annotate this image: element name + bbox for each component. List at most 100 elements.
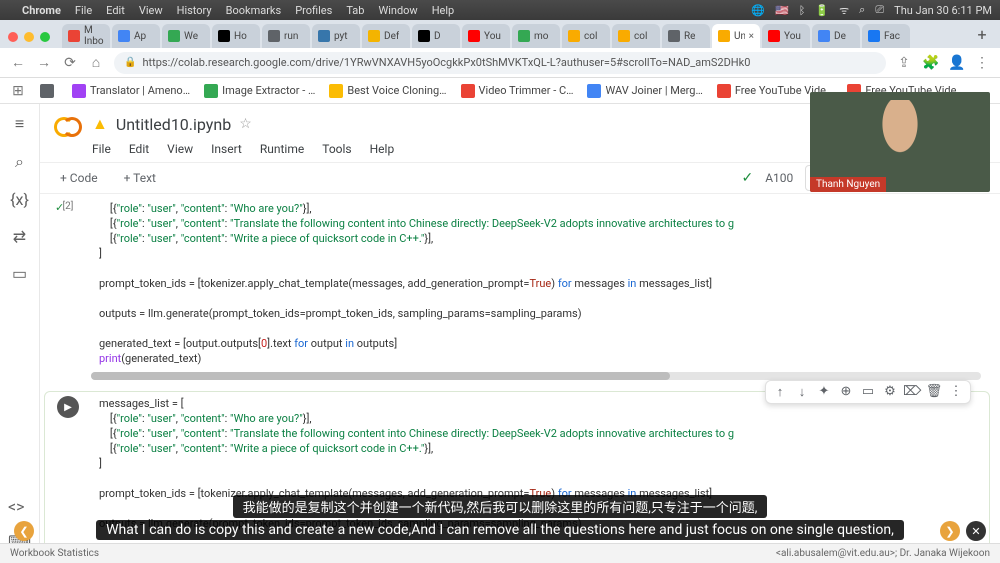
apps-icon[interactable]: ⊞ [10,83,26,99]
code-snippets-icon[interactable]: <> [8,497,31,516]
star-icon[interactable]: ☆ [239,116,252,132]
browser-tab-9[interactable]: mo [512,24,560,48]
delete-cell-icon[interactable]: 🗑 [925,384,943,400]
video-prev-button[interactable]: ❮ [14,521,34,541]
bookmark-3[interactable]: Best Voice Cloning… [329,84,446,98]
app-name[interactable]: Chrome [22,4,61,17]
presenter-name: Thanh Nguyen [810,177,886,192]
browser-tab-6[interactable]: Def [362,24,410,48]
colab-sidebar: ≡ ⌕ {x} ⇄ ▭ <> ⌨ [0,104,40,563]
presenter-webcam: Thanh Nguyen [810,92,990,192]
menu-view[interactable]: View [139,4,163,17]
status-left[interactable]: Workbook Statistics [10,548,99,559]
browser-tab-1[interactable]: Ap [112,24,160,48]
wifi-icon[interactable]: ᯤ [839,3,849,18]
move-down-icon[interactable]: ↓ [793,384,811,400]
colab-menu-runtime[interactable]: Runtime [260,142,304,156]
forward-button[interactable]: → [36,54,52,71]
code-cell-1[interactable]: ✓ [2] [{"role": "user", "content": "Who … [44,196,990,385]
toc-icon[interactable]: ≡ [15,114,24,134]
colab-menu-view[interactable]: View [167,142,193,156]
drive-icon: ▲ [92,114,108,134]
move-up-icon[interactable]: ↑ [771,384,789,400]
control-center-icon[interactable]: ⎚ [875,3,884,17]
status-right: <ali.abusalem@vit.edu.au>; Dr. Janaka Wi… [776,548,990,559]
secrets-icon[interactable]: ⇄ [13,227,26,246]
bookmark-2[interactable]: Image Extractor - … [204,84,315,98]
browser-tab-11[interactable]: col [612,24,660,48]
flag-icon[interactable]: 🇺🇸 [775,4,789,17]
menu-tab[interactable]: Tab [346,4,364,17]
variables-icon[interactable]: {x} [10,190,29,209]
minimize-window[interactable] [24,32,34,42]
browser-tab-12[interactable]: Re [662,24,710,48]
input-icon[interactable]: 🌐 [751,4,765,17]
close-tab-icon[interactable]: × [749,31,754,42]
battery-icon[interactable]: 🔋 [815,4,829,17]
browser-tab-7[interactable]: D [412,24,460,48]
bookmark-1[interactable]: Translator | Ameno… [72,84,190,98]
video-close-button[interactable]: ✕ [966,521,986,541]
colab-menu-help[interactable]: Help [370,142,395,156]
colab-menu-edit[interactable]: Edit [129,142,149,156]
bookmark-4[interactable]: Video Trimmer - C… [461,84,574,98]
browser-tab-4[interactable]: run [262,24,310,48]
home-button[interactable]: ⌂ [88,54,104,71]
link-cell-icon[interactable]: ⊕ [837,384,855,400]
hscroll-1[interactable] [91,372,981,380]
menu-window[interactable]: Window [378,4,417,17]
comment-icon[interactable]: ▭ [859,384,877,400]
menu-help[interactable]: Help [432,4,455,17]
run-cell-button[interactable]: ▶ [57,396,79,418]
zoom-window[interactable] [40,32,50,42]
mirror-icon[interactable]: ⌦ [903,384,921,400]
profile-icon[interactable]: 👤 [948,55,964,71]
share-icon[interactable]: ⇪ [896,55,912,71]
browser-tab-0[interactable]: M Inbo [62,24,110,48]
browser-tab-3[interactable]: Ho [212,24,260,48]
browser-tab-10[interactable]: col [562,24,610,48]
browser-tab-2[interactable]: We [162,24,210,48]
video-next-button[interactable]: ❯ [940,521,960,541]
clock[interactable]: Thu Jan 30 6:11 PM [894,4,992,17]
add-code-button[interactable]: + Code [52,168,106,188]
more-icon[interactable]: ⋮ [947,384,965,400]
menu-file[interactable]: File [75,4,92,17]
menu-profiles[interactable]: Profiles [295,4,332,17]
menu-bookmarks[interactable]: Bookmarks [226,4,282,17]
browser-tab-14[interactable]: You [762,24,810,48]
add-text-button[interactable]: + Text [116,168,164,188]
bluetooth-icon[interactable]: ᛒ [799,4,806,17]
browser-tab-13[interactable]: Unt× [712,24,760,48]
new-tab-button[interactable]: + [972,25,992,48]
colab-menu-tools[interactable]: Tools [322,142,351,156]
browser-tab-15[interactable]: De [812,24,860,48]
back-button[interactable]: ← [10,54,26,71]
exec-count: [2] [63,201,74,212]
url-field[interactable]: 🔒 https://colab.research.google.com/driv… [114,52,886,74]
gemini-cell-icon[interactable]: ✦ [815,384,833,400]
settings-icon[interactable]: ⚙ [881,384,899,400]
code-editor-1[interactable]: [{"role": "user", "content": "Who are yo… [91,197,989,370]
menu-history[interactable]: History [177,4,212,17]
bookmark-5[interactable]: WAV Joiner | Merg… [587,84,702,98]
chrome-addressbar: ← → ⟳ ⌂ 🔒 https://colab.research.google.… [0,48,1000,78]
extensions-icon[interactable]: 🧩 [922,55,938,71]
close-window[interactable] [8,32,18,42]
search-icon[interactable]: ⌕ [15,152,24,172]
browser-tab-5[interactable]: pyt [312,24,360,48]
chrome-tabstrip: M InboApWeHorunpytDefDYoumocolcolReUnt×Y… [0,20,1000,48]
menu-edit[interactable]: Edit [106,4,125,17]
browser-tab-8[interactable]: You [462,24,510,48]
bookmark-0[interactable] [40,84,58,98]
spotlight-icon[interactable]: ⌕ [859,3,865,17]
browser-tab-16[interactable]: Fac [862,24,910,48]
colab-menu-file[interactable]: File [92,142,111,156]
colab-menu-insert[interactable]: Insert [211,142,242,156]
reload-button[interactable]: ⟳ [62,55,78,71]
colab-logo[interactable] [54,110,82,138]
chrome-menu[interactable]: ⋮ [974,55,990,71]
document-title[interactable]: Untitled10.ipynb [116,115,231,134]
files-icon[interactable]: ▭ [12,264,27,283]
runtime-type[interactable]: A100 [765,171,793,185]
